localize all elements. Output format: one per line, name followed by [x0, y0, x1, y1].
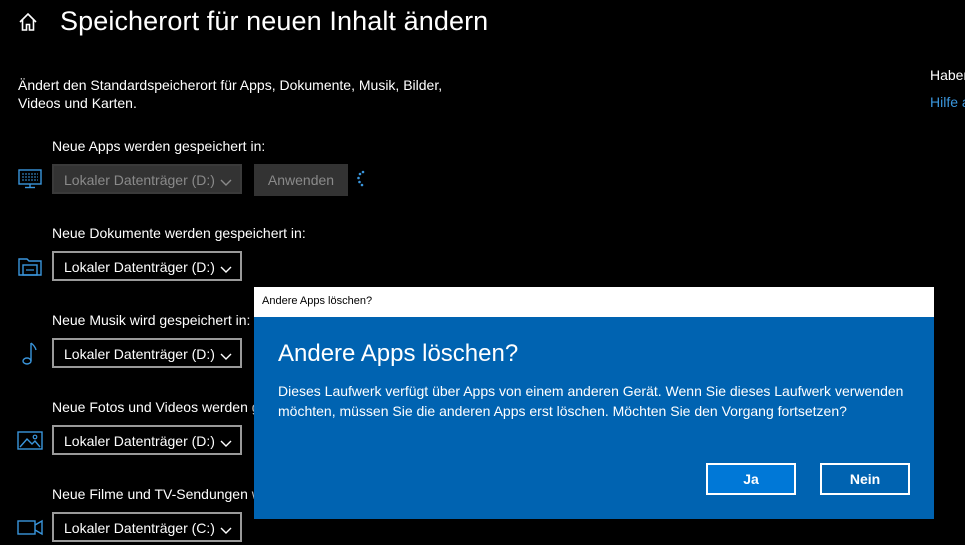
dialog-window-title: Andere Apps löschen? — [262, 295, 373, 307]
dropdown-value: Lokaler Datenträger (C:) — [64, 520, 215, 536]
side-question: Haben — [930, 67, 965, 83]
video-camera-icon — [17, 514, 43, 540]
help-link[interactable]: Hilfe a — [930, 94, 965, 110]
photos-location-dropdown[interactable]: Lokaler Datenträger (D:) — [52, 425, 242, 455]
photo-icon — [17, 427, 43, 453]
monitor-icon — [17, 166, 43, 192]
page-title: Speicherort für neuen Inhalt ändern — [60, 6, 489, 36]
delete-apps-dialog: Andere Apps löschen? Andere Apps löschen… — [254, 287, 934, 519]
apply-button[interactable]: Anwenden — [254, 164, 348, 196]
dialog-heading: Andere Apps löschen? — [278, 340, 519, 367]
section-label-documents: Neue Dokumente werden gespeichert in: — [52, 225, 306, 241]
dropdown-value: Lokaler Datenträger (D:) — [64, 346, 215, 362]
chevron-down-icon — [220, 261, 232, 273]
music-location-dropdown[interactable]: Lokaler Datenträger (D:) — [52, 338, 242, 368]
section-label-music: Neue Musik wird gespeichert in: — [52, 312, 251, 328]
home-icon[interactable] — [17, 11, 39, 33]
chevron-down-icon — [220, 522, 232, 534]
dialog-message: Dieses Laufwerk verfügt über Apps von ei… — [278, 383, 904, 419]
yes-button[interactable]: Ja — [706, 463, 796, 495]
dropdown-value: Lokaler Datenträger (D:) — [64, 259, 215, 275]
no-button[interactable]: Nein — [820, 463, 910, 495]
section-label-apps: Neue Apps werden gespeichert in: — [52, 138, 266, 154]
apps-location-dropdown[interactable]: Lokaler Datenträger (D:) — [52, 164, 242, 194]
folder-icon — [17, 253, 43, 279]
chevron-down-icon — [220, 435, 232, 447]
dropdown-value: Lokaler Datenträger (D:) — [64, 433, 215, 449]
movies-location-dropdown[interactable]: Lokaler Datenträger (C:) — [52, 512, 242, 542]
chevron-down-icon — [220, 174, 232, 186]
chevron-down-icon — [220, 348, 232, 360]
dialog-titlebar: Andere Apps löschen? — [254, 287, 934, 317]
music-note-icon — [17, 340, 43, 366]
section-label-photos: Neue Fotos und Videos werden g — [52, 399, 260, 415]
dropdown-value: Lokaler Datenträger (D:) — [64, 172, 215, 188]
documents-location-dropdown[interactable]: Lokaler Datenträger (D:) — [52, 251, 242, 281]
page-description: Ändert den Standardspeicherort für Apps,… — [18, 77, 443, 111]
loading-spinner-icon — [354, 168, 372, 190]
section-label-movies: Neue Filme und TV-Sendungen w — [52, 486, 262, 502]
settings-page: Speicherort für neuen Inhalt ändern Ände… — [0, 0, 965, 545]
